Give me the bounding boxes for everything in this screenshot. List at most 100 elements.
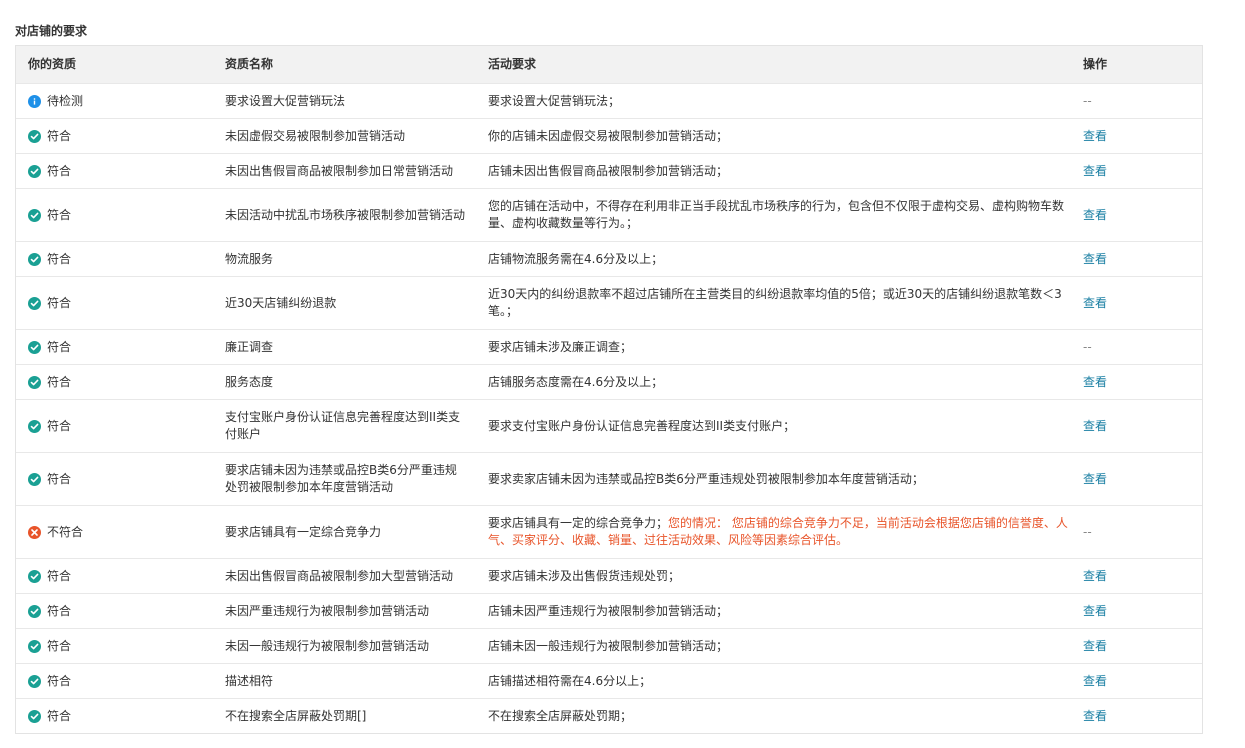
requirement-text: 要求卖家店铺未因为违禁或品控B类6分严重违规处罚被限制参加本年度营销活动； — [488, 471, 924, 486]
qualification-name-cell: 廉正调查 — [225, 330, 465, 364]
table-row: 符合 描述相符 店铺描述相符需在4.6分以上； 查看 — [16, 663, 1202, 698]
requirement-text: 要求设置大促营销玩法； — [488, 93, 621, 108]
table-row: 不符合 要求店铺具有一定综合竞争力 要求店铺具有一定的综合竞争力；您的情况： 您店铺… — [16, 505, 1202, 558]
check-circle-icon — [28, 569, 41, 583]
qualification-name: 未因虚假交易被限制参加营销活动 — [225, 128, 406, 143]
requirement-text: 要求支付宝账户身份认证信息完善程度达到II类支付账户； — [488, 418, 796, 433]
qualification-name-cell: 不在搜索全店屏蔽处罚期[] — [225, 699, 465, 733]
qualification-name: 未因严重违规行为被限制参加营销活动 — [225, 603, 430, 618]
requirement-cell: 要求支付宝账户身份认证信息完善程度达到II类支付账户； — [488, 400, 1068, 452]
check-circle-icon — [28, 419, 41, 433]
action-cell: 查看 — [1083, 189, 1183, 241]
status-label: 符合 — [47, 638, 72, 653]
check-circle-icon — [28, 164, 41, 178]
qualification-name: 服务态度 — [225, 374, 274, 389]
requirement-cell: 近30天内的纠纷退款率不超过店铺所在主营类目的纠纷退款率均值的5倍；或近30天的… — [488, 277, 1068, 329]
qualification-name: 廉正调查 — [225, 339, 274, 354]
requirement-text-wrap: 要求卖家店铺未因为违禁或品控B类6分严重违规处罚被限制参加本年度营销活动； — [488, 471, 924, 488]
check-circle-icon — [28, 709, 41, 723]
no-action-placeholder: -- — [1083, 524, 1092, 539]
status-label: 符合 — [47, 163, 72, 178]
view-link[interactable]: 查看 — [1083, 603, 1107, 620]
status-label: 符合 — [47, 673, 72, 688]
table-row: 符合 服务态度 店铺服务态度需在4.6分及以上； 查看 — [16, 364, 1202, 399]
qualification-cell: 符合 — [28, 699, 208, 733]
requirement-cell: 店铺未因严重违规行为被限制参加营销活动； — [488, 594, 1068, 628]
qualification-name-cell: 未因一般违规行为被限制参加营销活动 — [225, 629, 465, 663]
requirement-text-wrap: 你的店铺未因虚假交易被限制参加营销活动； — [488, 128, 728, 145]
table-row: 符合 未因严重违规行为被限制参加营销活动 店铺未因严重违规行为被限制参加营销活动； 查… — [16, 593, 1202, 628]
requirement-cell: 店铺未因出售假冒商品被限制参加营销活动； — [488, 154, 1068, 188]
view-link[interactable]: 查看 — [1083, 673, 1107, 690]
view-link[interactable]: 查看 — [1083, 251, 1107, 268]
view-link[interactable]: 查看 — [1083, 128, 1107, 145]
qualification-cell: 符合 — [28, 400, 208, 452]
qualification-cell: 符合 — [28, 453, 208, 505]
qualification-cell: 符合 — [28, 189, 208, 241]
status-label: 符合 — [47, 251, 72, 266]
qualification-name-cell: 未因出售假冒商品被限制参加大型营销活动 — [225, 559, 465, 593]
view-link[interactable]: 查看 — [1083, 471, 1107, 488]
table-row: 符合 近30天店铺纠纷退款 近30天内的纠纷退款率不超过店铺所在主营类目的纠纷退款率… — [16, 276, 1202, 329]
view-link[interactable]: 查看 — [1083, 295, 1107, 312]
requirement-text-wrap: 店铺未因严重违规行为被限制参加营销活动； — [488, 603, 728, 620]
qualification-name-cell: 支付宝账户身份认证信息完善程度达到II类支付账户 — [225, 400, 465, 452]
requirement-cell: 要求店铺未涉及廉正调查； — [488, 330, 1068, 364]
status-label: 符合 — [47, 418, 72, 433]
qualification-cell: 符合 — [28, 330, 208, 364]
check-circle-icon — [28, 674, 41, 688]
qualification-cell: 符合 — [28, 664, 208, 698]
view-link[interactable]: 查看 — [1083, 568, 1107, 585]
status-label: 符合 — [47, 603, 72, 618]
table-row: 符合 未因虚假交易被限制参加营销活动 你的店铺未因虚假交易被限制参加营销活动； 查看 — [16, 118, 1202, 153]
qualification-name-cell: 未因严重违规行为被限制参加营销活动 — [225, 594, 465, 628]
view-link[interactable]: 查看 — [1083, 207, 1107, 224]
qualification-cell: 符合 — [28, 242, 208, 276]
requirement-text: 你的店铺未因虚假交易被限制参加营销活动； — [488, 128, 729, 143]
requirement-text: 要求店铺未涉及廉正调查； — [488, 339, 633, 354]
requirement-text-wrap: 店铺服务态度需在4.6分及以上； — [488, 374, 663, 391]
qualification-name-cell: 要求设置大促营销玩法 — [225, 84, 465, 118]
view-link[interactable]: 查看 — [1083, 638, 1107, 655]
view-link[interactable]: 查看 — [1083, 374, 1107, 391]
qualification-name: 支付宝账户身份认证信息完善程度达到II类支付账户 — [225, 410, 461, 441]
qualification-cell: 符合 — [28, 119, 208, 153]
requirement-text-wrap: 要求店铺未涉及廉正调查； — [488, 339, 632, 356]
table-row: 待检测 要求设置大促营销玩法 要求设置大促营销玩法； -- — [16, 83, 1202, 118]
requirement-text-wrap: 近30天内的纠纷退款率不超过店铺所在主营类目的纠纷退款率均值的5倍；或近30天的… — [488, 286, 1068, 320]
action-cell: 查看 — [1083, 400, 1183, 452]
action-cell: 查看 — [1083, 119, 1183, 153]
no-action-placeholder: -- — [1083, 93, 1092, 108]
requirement-text-wrap: 店铺未因出售假冒商品被限制参加营销活动； — [488, 163, 728, 180]
requirement-text-wrap: 店铺物流服务需在4.6分及以上； — [488, 251, 663, 268]
requirement-text: 店铺未因严重违规行为被限制参加营销活动； — [488, 603, 729, 618]
view-link[interactable]: 查看 — [1083, 163, 1107, 180]
qualification-name-cell: 要求店铺具有一定综合竞争力 — [225, 506, 465, 558]
header-name: 资质名称 — [225, 57, 274, 71]
action-cell: 查看 — [1083, 629, 1183, 663]
view-link[interactable]: 查看 — [1083, 708, 1107, 725]
action-cell: -- — [1083, 506, 1183, 558]
action-cell: 查看 — [1083, 242, 1183, 276]
action-cell: 查看 — [1083, 277, 1183, 329]
table-header: 你的资质 资质名称 活动要求 操作 — [16, 46, 1202, 83]
qualification-name-cell: 描述相符 — [225, 664, 465, 698]
status-label: 符合 — [47, 374, 72, 389]
requirement-text-wrap: 您的店铺在活动中，不得存在利用非正当手段扰乱市场秩序的行为，包含但不仅限于虚构交… — [488, 198, 1068, 232]
check-circle-icon — [28, 208, 41, 222]
status-label: 待检测 — [47, 93, 84, 108]
requirement-cell: 您的店铺在活动中，不得存在利用非正当手段扰乱市场秩序的行为，包含但不仅限于虚构交… — [488, 189, 1068, 241]
requirement-text: 近30天内的纠纷退款率不超过店铺所在主营类目的纠纷退款率均值的5倍；或近30天的… — [488, 287, 1062, 318]
qualification-name: 未因一般违规行为被限制参加营销活动 — [225, 638, 430, 653]
qualification-name-cell: 物流服务 — [225, 242, 465, 276]
view-link[interactable]: 查看 — [1083, 418, 1107, 435]
status-label: 符合 — [47, 339, 72, 354]
requirement-cell: 要求卖家店铺未因为违禁或品控B类6分严重违规处罚被限制参加本年度营销活动； — [488, 453, 1068, 505]
requirement-cell: 店铺服务态度需在4.6分及以上； — [488, 365, 1068, 399]
header-action: 操作 — [1083, 57, 1108, 71]
requirement-text: 店铺物流服务需在4.6分及以上； — [488, 251, 664, 266]
qualification-name: 描述相符 — [225, 673, 274, 688]
qualification-name: 要求设置大促营销玩法 — [225, 93, 346, 108]
status-label: 符合 — [47, 295, 72, 310]
action-cell: 查看 — [1083, 453, 1183, 505]
